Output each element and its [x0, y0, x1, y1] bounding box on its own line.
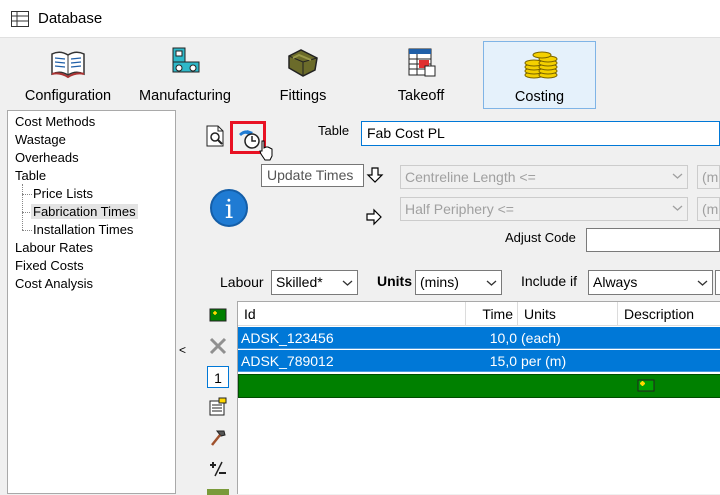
nav-item-labour-rates[interactable]: Labour Rates	[15, 240, 93, 255]
chevron-down-icon	[697, 280, 708, 286]
tab-costing[interactable]: Costing	[483, 41, 596, 109]
nav-item-table[interactable]: Table	[15, 168, 46, 183]
panel-splitter[interactable]	[176, 110, 189, 494]
mouse-cursor-icon	[259, 140, 273, 161]
condition1-unit-dropdown[interactable]: (mm	[697, 165, 720, 189]
tab-costing-label: Costing	[514, 89, 565, 105]
tab-takeoff[interactable]: Takeoff	[378, 41, 464, 109]
tree-connector	[22, 194, 32, 195]
labour-dropdown[interactable]: Skilled*	[271, 270, 358, 295]
condition1-unit: (mm	[702, 169, 719, 185]
tab-fittings[interactable]: Fittings	[256, 41, 350, 109]
table-label: Table	[318, 123, 350, 138]
tooltip: Update Times	[261, 164, 364, 187]
column-header-id[interactable]: Id	[238, 302, 466, 326]
manufacturing-icon	[172, 47, 200, 73]
new-row[interactable]	[238, 374, 720, 398]
cell-id: ADSK_123456	[241, 330, 334, 346]
plus-minus-icon[interactable]	[207, 458, 229, 480]
extra-dropdown[interactable]	[715, 270, 720, 295]
takeoff-icon	[408, 48, 436, 77]
tab-configuration-label: Configuration	[24, 88, 112, 104]
nav-item-price-lists[interactable]: Price Lists	[33, 186, 93, 201]
collapse-panel-button[interactable]: <	[179, 343, 186, 357]
delete-row-icon[interactable]	[207, 335, 229, 357]
new-row-star-icon	[637, 379, 655, 392]
labour-label: Labour	[220, 274, 264, 290]
edit-properties-icon[interactable]	[207, 396, 229, 418]
hammer-icon[interactable]	[207, 427, 229, 449]
title-bar: Database	[0, 0, 720, 38]
chevron-down-icon	[672, 173, 683, 179]
toolbar-overflow-icon[interactable]	[207, 489, 229, 495]
adjust-code-label: Adjust Code	[505, 230, 576, 245]
condition2-unit-dropdown[interactable]: (mm	[697, 197, 720, 221]
chevron-down-icon	[486, 280, 497, 286]
condition2-unit: (mm	[702, 201, 719, 217]
fittings-icon	[288, 49, 318, 77]
table-row[interactable]: ADSK_789012 15,0 per (m)	[238, 350, 720, 372]
column-header-description[interactable]: Description	[618, 302, 720, 326]
include-if-value: Always	[593, 274, 638, 290]
condition1-dropdown[interactable]: Centreline Length <=	[400, 165, 688, 189]
preview-document-icon[interactable]	[204, 124, 228, 148]
book-icon	[51, 51, 85, 79]
nav-item-cost-methods[interactable]: Cost Methods	[15, 114, 95, 129]
filter-bar: Labour Skilled* Units (mins) Include if …	[203, 267, 720, 299]
nav-item-cost-analysis[interactable]: Cost Analysis	[15, 276, 93, 291]
window-title: Database	[38, 10, 103, 27]
condition1-value: Centreline Length <=	[405, 169, 536, 185]
table-row[interactable]: ADSK_123456 10,0 (each)	[238, 327, 720, 349]
database-app-icon	[11, 11, 29, 27]
nav-item-fabrication-times[interactable]: Fabrication Times	[31, 204, 138, 219]
cell-units: (each)	[521, 330, 561, 346]
row-toolbar: 1	[203, 300, 235, 495]
tab-configuration[interactable]: Configuration	[14, 41, 122, 109]
chevron-down-icon	[342, 280, 353, 286]
adjust-code-input[interactable]	[586, 228, 720, 252]
include-if-dropdown[interactable]: Always	[588, 270, 713, 295]
column-header-time[interactable]: Time	[466, 302, 518, 326]
cell-units: per (m)	[521, 353, 567, 369]
nav-item-wastage[interactable]: Wastage	[15, 132, 66, 147]
down-arrow-icon	[366, 167, 384, 183]
add-row-icon[interactable]	[207, 304, 229, 326]
cell-id: ADSK_789012	[241, 353, 334, 369]
row-counter-button[interactable]: 1	[207, 366, 229, 388]
ribbon: Configuration Manufacturing Fittings Tak…	[0, 39, 720, 109]
fabrication-times-grid: Id Time Units Description ADSK_123456 10…	[237, 301, 720, 494]
tree-connector	[22, 230, 32, 231]
nav-item-installation-times[interactable]: Installation Times	[33, 222, 133, 237]
nav-tree: Cost Methods Wastage Overheads Table Pri…	[7, 110, 176, 494]
column-header-units[interactable]: Units	[518, 302, 618, 326]
condition2-dropdown[interactable]: Half Periphery <=	[400, 197, 688, 221]
units-value: (mins)	[420, 274, 459, 290]
tree-connector	[22, 184, 23, 230]
units-dropdown[interactable]: (mins)	[415, 270, 502, 295]
include-if-label: Include if	[521, 273, 578, 289]
units-label: Units	[377, 273, 412, 289]
condition2-value: Half Periphery <=	[405, 201, 514, 217]
cell-time: 10,0	[489, 330, 517, 346]
right-arrow-icon	[366, 208, 382, 226]
table-input[interactable]: Fab Cost PL	[361, 121, 720, 146]
info-icon: i	[210, 189, 248, 227]
tab-manufacturing[interactable]: Manufacturing	[132, 41, 238, 109]
tab-fittings-label: Fittings	[279, 88, 327, 104]
coins-icon	[524, 51, 557, 79]
tab-manufacturing-label: Manufacturing	[139, 88, 231, 104]
cell-time: 15,0	[489, 353, 517, 369]
nav-item-overheads[interactable]: Overheads	[15, 150, 79, 165]
nav-item-fixed-costs[interactable]: Fixed Costs	[15, 258, 84, 273]
labour-value: Skilled*	[276, 274, 323, 290]
chevron-down-icon	[672, 205, 683, 211]
tab-takeoff-label: Takeoff	[397, 88, 445, 104]
